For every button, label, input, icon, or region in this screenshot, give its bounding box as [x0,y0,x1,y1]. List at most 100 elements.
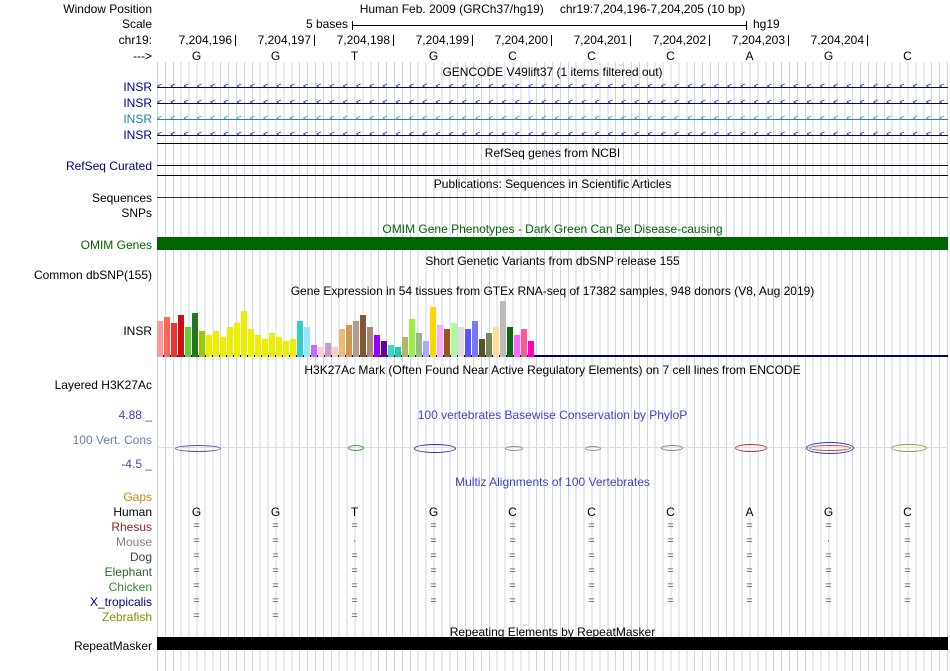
multiz-species-label[interactable]: Zebrafish [0,610,152,624]
gtex-bar[interactable] [157,321,163,357]
gtex-bar[interactable] [493,327,499,357]
gtex-bar[interactable] [206,335,212,357]
gtex-bar[interactable] [339,329,345,357]
gtex-bar[interactable] [479,339,485,357]
gtex-bar[interactable] [486,333,492,357]
gencode-item-label[interactable]: INSR [0,96,152,110]
dbsnp-track-label[interactable]: Common dbSNP(155) [0,268,152,282]
gtex-bar[interactable] [297,321,303,357]
gtex-bar[interactable] [325,343,331,357]
gtex-bar[interactable] [234,323,240,357]
multiz-species-label[interactable]: Mouse [0,535,152,549]
gtex-gene-label[interactable]: INSR [0,324,152,338]
repeatmasker-track-label[interactable]: RepeatMasker [0,639,152,653]
gtex-bar[interactable] [248,329,254,357]
ruler-label[interactable]: 7,204,198 [316,33,390,47]
multiz-species-label[interactable]: Gaps [0,490,152,504]
gtex-bar[interactable] [374,335,380,357]
multiz-species-label[interactable]: Human [0,505,152,519]
ruler-label[interactable]: 7,204,196 [158,33,232,47]
gtex-bar[interactable] [458,327,464,357]
gencode-item-label[interactable]: INSR [0,128,152,142]
multiz-cell: C [868,505,947,519]
gtex-bar[interactable] [199,331,205,357]
multiz-species-label[interactable]: Dog [0,550,152,564]
ruler-tick [235,35,236,46]
ruler-label[interactable]: 7,204,202 [632,33,706,47]
multiz-cell: = [473,520,552,532]
gtex-bar[interactable] [255,335,261,357]
gtex-bar[interactable] [227,327,233,357]
gtex-bar[interactable] [388,345,394,357]
ruler-label[interactable]: 7,204,197 [237,33,311,47]
gencode-item-label[interactable]: INSR [0,80,152,94]
gtex-bar[interactable] [451,323,457,357]
gtex-bar[interactable] [213,331,219,357]
gtex-bar[interactable] [402,337,408,357]
gtex-bar[interactable] [262,339,268,357]
gtex-bar[interactable] [276,337,282,357]
gtex-bar[interactable] [465,329,471,357]
gtex-bar[interactable] [332,347,338,357]
repeatmasker-item-bar[interactable] [157,637,948,650]
gtex-bar[interactable] [192,313,198,357]
transcript-strand-arrows[interactable]: <<<<<<<<<<<<<<<<<<<<<<<<<<<<<<<<<<<<<<<<… [157,112,948,125]
gtex-bar[interactable] [444,329,450,357]
gtex-bar[interactable] [416,333,422,357]
gtex-bar[interactable] [500,301,506,357]
phylop-mark [414,444,456,453]
publications-sequences-item-line[interactable] [157,197,948,198]
gtex-bar[interactable] [185,327,191,357]
gtex-bar[interactable] [164,317,170,357]
refseq-item-line[interactable] [157,165,948,166]
gtex-bar[interactable] [423,341,429,357]
gtex-bar[interactable] [304,327,310,357]
ruler-label[interactable]: 7,204,201 [553,33,627,47]
gtex-bar[interactable] [353,321,359,357]
gtex-bar[interactable] [346,325,352,357]
gtex-bar[interactable] [311,345,317,357]
publications-sequences-label[interactable]: Sequences [0,191,152,205]
multiz-cell: = [868,535,947,547]
position-header: Human Feb. 2009 (GRCh37/hg19) chr19:7,20… [157,2,948,16]
multiz-species-label[interactable]: X_tropicalis [0,595,152,609]
gtex-bar[interactable] [178,315,184,357]
gtex-bar[interactable] [395,347,401,357]
ruler-label[interactable]: 7,204,203 [711,33,785,47]
gtex-bar[interactable] [171,323,177,357]
gtex-bar[interactable] [409,319,415,357]
refseq-track-label[interactable]: RefSeq Curated [0,159,152,173]
phylop-track-label[interactable]: 100 Vert. Cons [0,433,152,447]
multiz-species-label[interactable]: Elephant [0,565,152,579]
publications-snps-label[interactable]: SNPs [0,206,152,220]
transcript-strand-arrows[interactable]: <<<<<<<<<<<<<<<<<<<<<<<<<<<<<<<<<<<<<<<<… [157,96,948,109]
gtex-bar[interactable] [381,341,387,357]
gtex-bar[interactable] [220,337,226,357]
gtex-bar[interactable] [430,307,436,357]
gtex-bar[interactable] [360,315,366,357]
gtex-bar[interactable] [367,327,373,357]
gtex-bar[interactable] [507,327,513,357]
multiz-species-label[interactable]: Rhesus [0,520,152,534]
multiz-cell: = [157,565,236,577]
transcript-strand-arrows[interactable]: <<<<<<<<<<<<<<<<<<<<<<<<<<<<<<<<<<<<<<<<… [157,80,948,93]
gtex-bar[interactable] [437,325,443,357]
multiz-species-label[interactable]: Chicken [0,580,152,594]
gencode-item-label[interactable]: INSR [0,112,152,126]
omim-track-label[interactable]: OMIM Genes [0,238,152,252]
gtex-bar[interactable] [290,339,296,357]
gtex-bar[interactable] [521,329,527,357]
ruler-label[interactable]: 7,204,199 [395,33,469,47]
gtex-bar[interactable] [528,341,534,357]
gtex-bar[interactable] [269,333,275,357]
h3k27ac-track-label[interactable]: Layered H3K27Ac [0,378,152,392]
gtex-bar[interactable] [514,335,520,357]
gtex-bar[interactable] [472,321,478,357]
ruler-label[interactable]: 7,204,204 [790,33,864,47]
omim-item-bar[interactable] [157,237,948,250]
transcript-strand-arrows[interactable]: <<<<<<<<<<<<<<<<<<<<<<<<<<<<<<<<<<<<<<<<… [157,128,948,141]
gtex-bar[interactable] [318,347,324,357]
gtex-bar[interactable] [241,311,247,357]
gtex-bar[interactable] [283,341,289,357]
ruler-label[interactable]: 7,204,200 [474,33,548,47]
